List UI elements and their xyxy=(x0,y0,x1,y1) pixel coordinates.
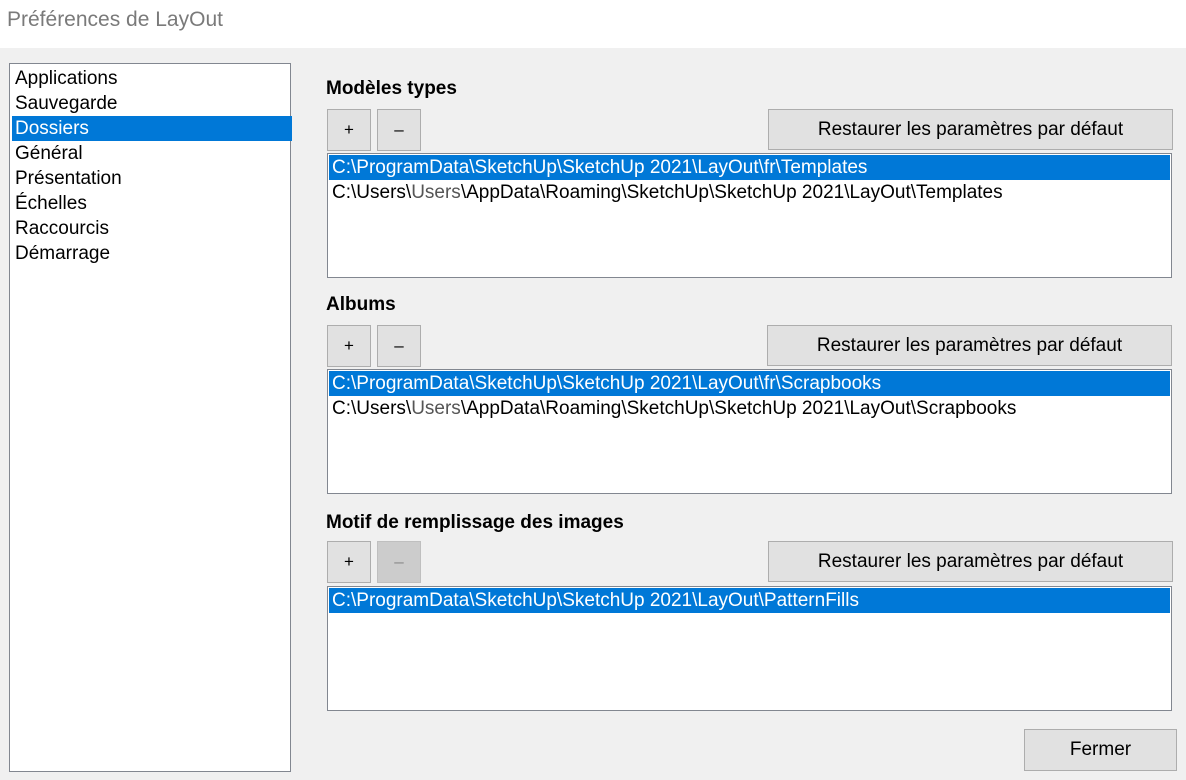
scrapbooks-remove-button[interactable]: – xyxy=(377,325,421,367)
scrapbooks-section-title: Albums xyxy=(326,294,396,315)
close-button[interactable]: Fermer xyxy=(1024,729,1177,771)
folder-path: C:\ProgramData\SketchUp\SketchUp 2021\La… xyxy=(332,373,882,394)
patterns-add-button[interactable]: + xyxy=(327,541,371,583)
templates-section-title: Modèles types xyxy=(326,78,457,99)
category-item-raccourcis[interactable]: Raccourcis xyxy=(12,216,292,241)
templates-remove-button[interactable]: – xyxy=(377,109,421,151)
user-name: Users xyxy=(411,398,461,419)
scrapbooks-add-button[interactable]: + xyxy=(327,325,371,367)
category-item-demarrage[interactable]: Démarrage xyxy=(12,241,292,266)
user-name: Users xyxy=(411,182,461,203)
templates-restore-defaults-button[interactable]: Restaurer les paramètres par défaut xyxy=(768,109,1173,150)
category-item-presentation[interactable]: Présentation xyxy=(12,166,292,191)
category-item-dossiers[interactable]: Dossiers xyxy=(12,116,292,141)
title-bar: Préférences de LayOut xyxy=(0,0,1186,48)
templates-folder-row[interactable]: C:\ProgramData\SketchUp\SketchUp 2021\La… xyxy=(329,155,1170,180)
category-item-general[interactable]: Général xyxy=(12,141,292,166)
folder-path-suffix: \AppData\Roaming\SketchUp\SketchUp 2021\… xyxy=(460,398,1017,419)
patterns-section-title: Motif de remplissage des images xyxy=(326,512,624,533)
scrapbooks-folder-row[interactable]: C:\Users\Users\AppData\Roaming\SketchUp\… xyxy=(329,396,1170,421)
patterns-folder-row[interactable]: C:\ProgramData\SketchUp\SketchUp 2021\La… xyxy=(329,588,1170,613)
category-list[interactable]: Applications Sauvegarde Dossiers Général… xyxy=(9,63,292,772)
category-item-sauvegarde[interactable]: Sauvegarde xyxy=(12,91,292,116)
patterns-folder-list[interactable]: C:\ProgramData\SketchUp\SketchUp 2021\La… xyxy=(327,586,1172,711)
scrapbooks-folder-list[interactable]: C:\ProgramData\SketchUp\SketchUp 2021\La… xyxy=(327,369,1172,494)
folder-path-prefix: C:\Users\ xyxy=(332,398,412,419)
folder-path-prefix: C:\Users\ xyxy=(332,182,412,203)
patterns-remove-button[interactable]: – xyxy=(377,541,421,583)
folder-path: C:\ProgramData\SketchUp\SketchUp 2021\La… xyxy=(332,590,859,611)
templates-folder-row[interactable]: C:\Users\Users\AppData\Roaming\SketchUp\… xyxy=(329,180,1170,205)
category-item-echelles[interactable]: Échelles xyxy=(12,191,292,216)
window-title: Préférences de LayOut xyxy=(7,8,223,31)
scrapbooks-restore-defaults-button[interactable]: Restaurer les paramètres par défaut xyxy=(767,325,1172,366)
folder-path: C:\ProgramData\SketchUp\SketchUp 2021\La… xyxy=(332,157,868,178)
folder-path-suffix: \AppData\Roaming\SketchUp\SketchUp 2021\… xyxy=(460,182,1003,203)
patterns-restore-defaults-button[interactable]: Restaurer les paramètres par défaut xyxy=(768,541,1173,582)
category-item-applications[interactable]: Applications xyxy=(12,66,292,91)
scrapbooks-folder-row[interactable]: C:\ProgramData\SketchUp\SketchUp 2021\La… xyxy=(329,371,1170,396)
templates-add-button[interactable]: + xyxy=(327,109,371,151)
templates-folder-list[interactable]: C:\ProgramData\SketchUp\SketchUp 2021\La… xyxy=(327,153,1172,278)
